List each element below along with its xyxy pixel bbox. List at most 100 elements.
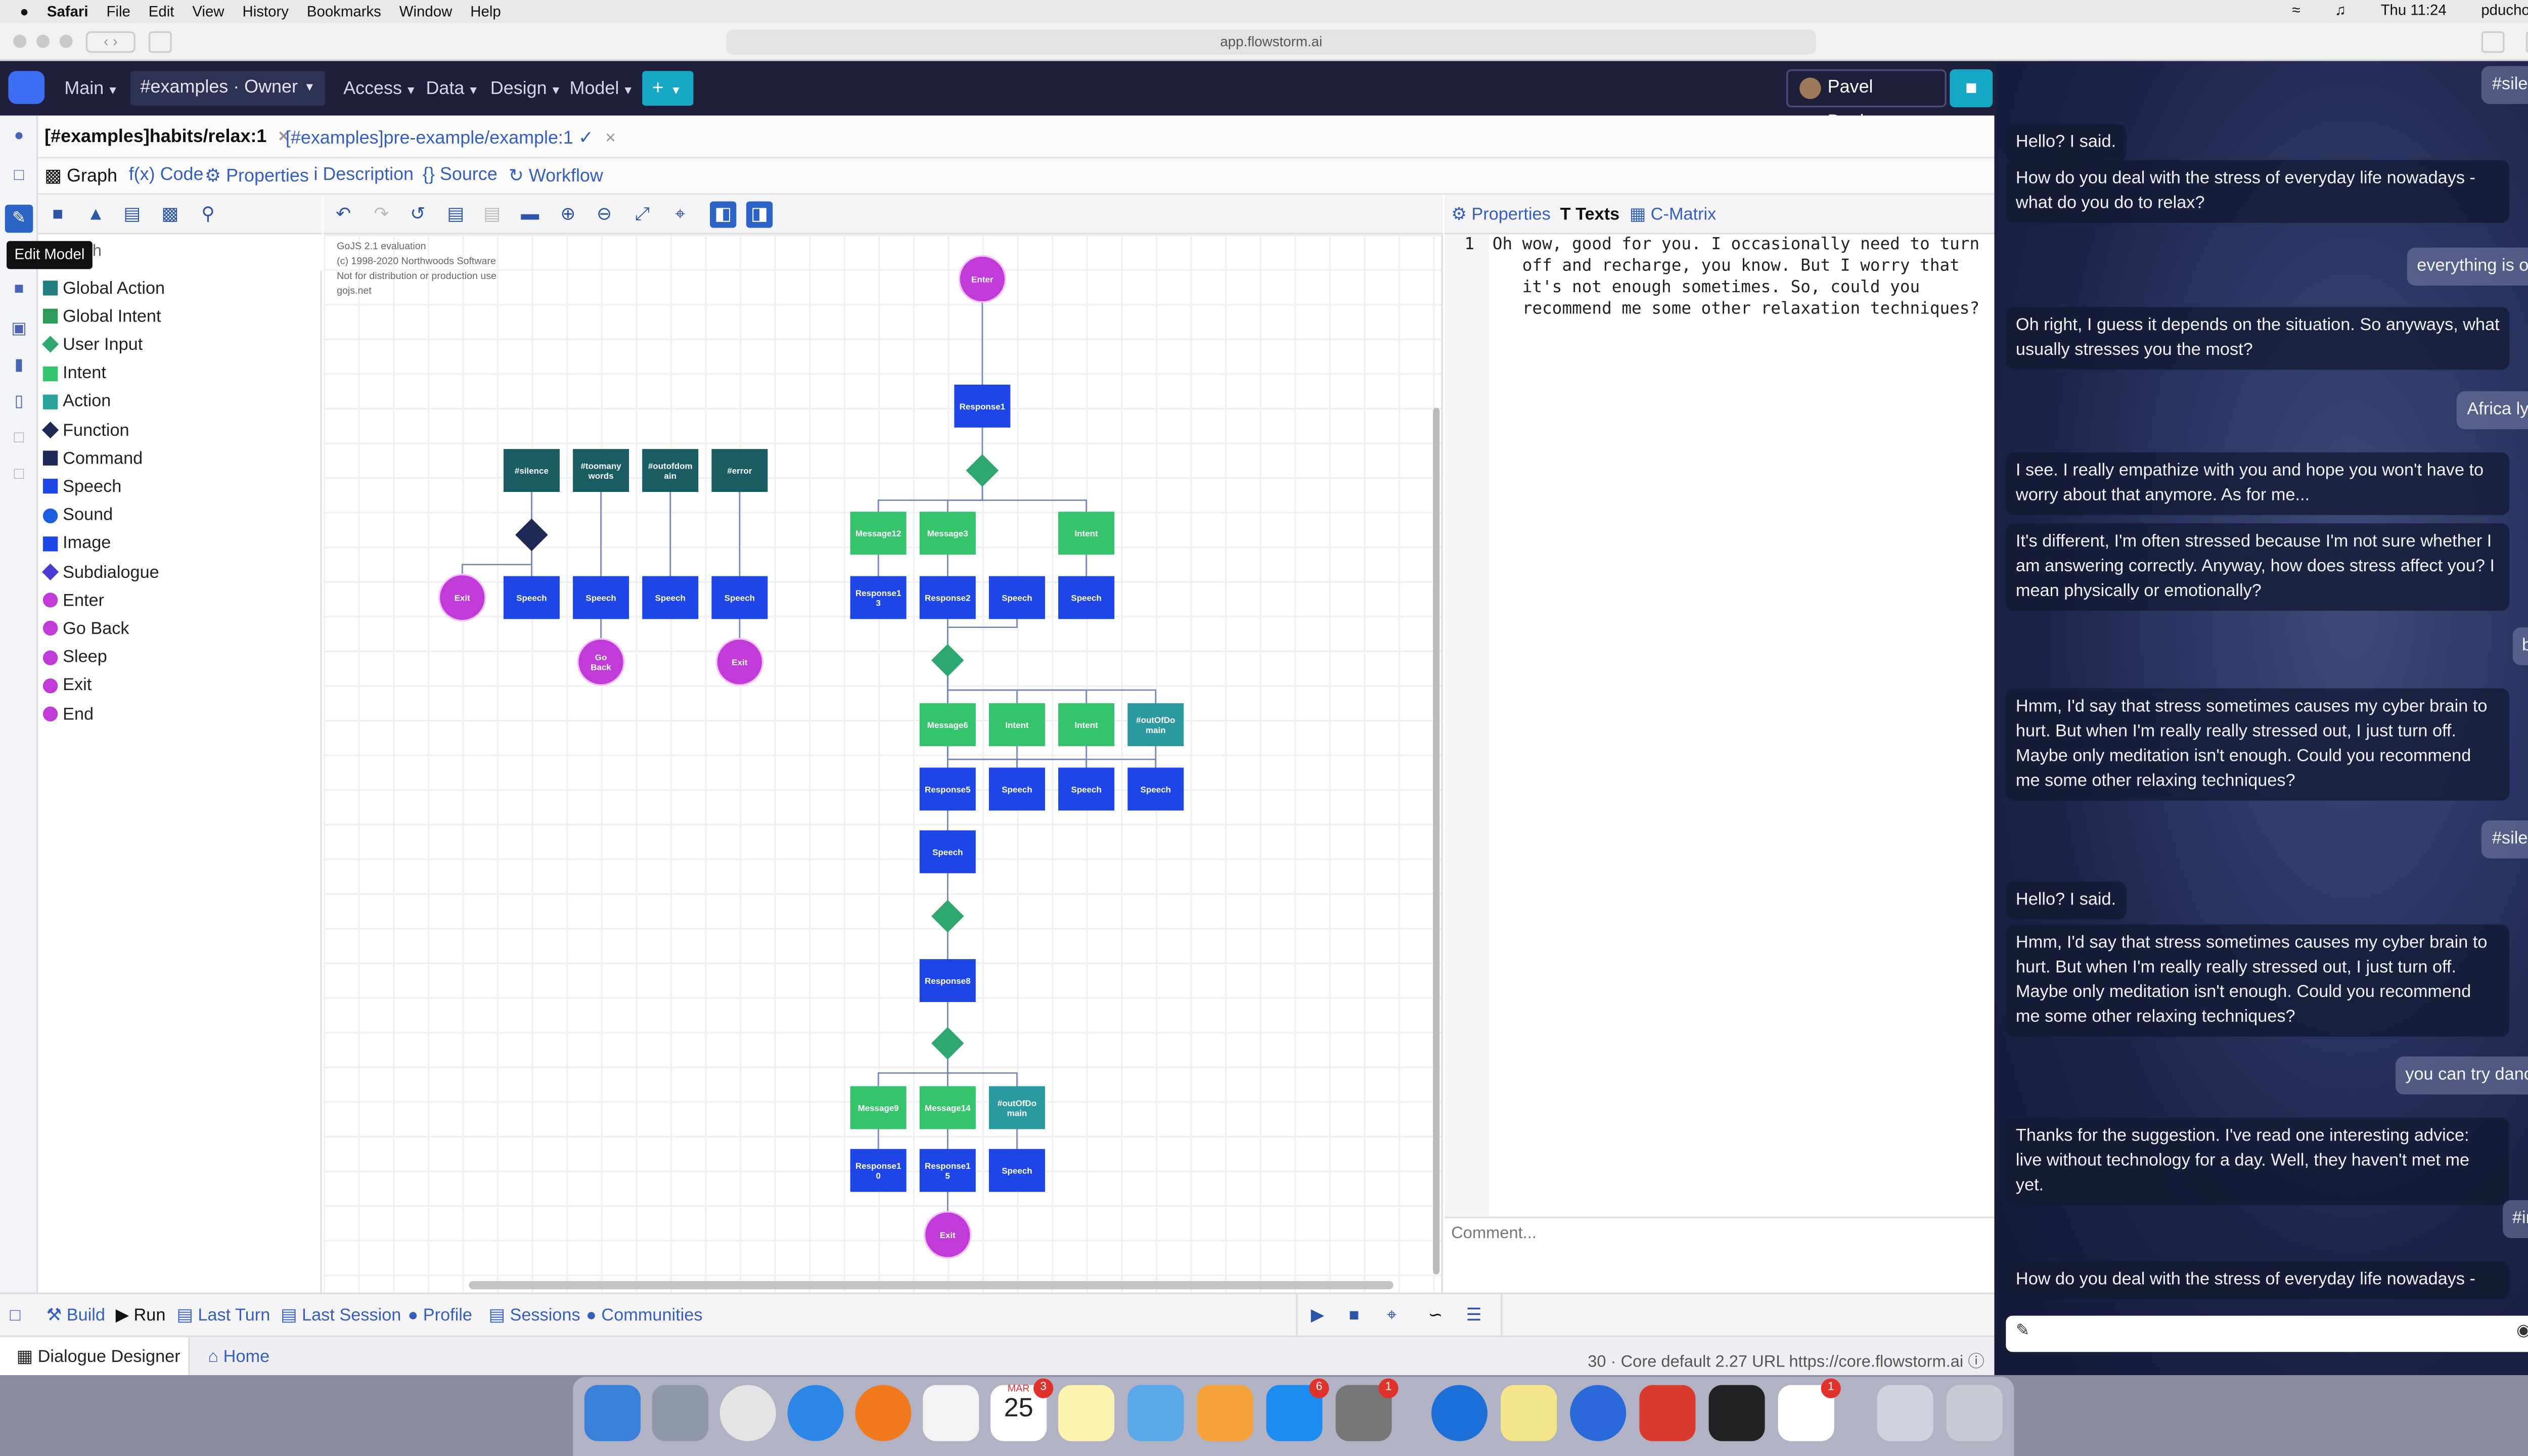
menu-icon[interactable]: ☰ xyxy=(1466,1306,1482,1326)
photos-icon[interactable] xyxy=(923,1385,979,1441)
copy-icon[interactable]: □ xyxy=(10,429,28,447)
tab-properties[interactable]: ⚙ Properties xyxy=(205,165,309,187)
graph-node-speech[interactable]: Response8 xyxy=(919,959,976,1003)
graph-node-intent[interactable]: Intent xyxy=(988,703,1045,746)
zoom-out-icon[interactable]: ⊖ xyxy=(591,201,617,228)
palette-item-enter[interactable]: Enter xyxy=(42,588,104,613)
dialogue-graph-canvas[interactable]: GoJS 2.1 evaluation (c) 1998-2020 Northwo… xyxy=(323,234,1443,1293)
palette-item-global-intent[interactable]: Global Intent xyxy=(42,304,161,329)
nav-main[interactable]: Main ▼ xyxy=(64,79,118,99)
minimize-window-button[interactable] xyxy=(36,34,50,48)
horizontal-scrollbar[interactable] xyxy=(469,1281,1393,1290)
apple-menu-icon[interactable]: ● xyxy=(20,4,29,20)
save-icon[interactable]: ■ xyxy=(10,281,28,299)
menu-bookmarks[interactable]: Bookmarks xyxy=(307,4,381,20)
graph-node-speech[interactable]: Response1 xyxy=(954,384,1011,428)
zoom-in-icon[interactable]: ⊕ xyxy=(555,201,581,228)
flowstorm-logo[interactable] xyxy=(8,71,45,104)
menu-window[interactable]: Window xyxy=(399,4,453,20)
toggle-right-panel-icon[interactable]: ◨ xyxy=(746,201,773,228)
stop-icon[interactable]: ■ xyxy=(44,201,71,228)
copy-icon[interactable]: ▤ xyxy=(442,201,469,228)
graph-node-speech[interactable]: Response13 xyxy=(850,576,907,619)
graph-node-speech[interactable]: Speech xyxy=(988,576,1045,619)
chrome-icon[interactable] xyxy=(719,1385,776,1441)
palette-item-sleep[interactable]: Sleep xyxy=(42,645,107,669)
tab-node-properties[interactable]: ⚙ Properties xyxy=(1451,205,1551,224)
graph-node-intent[interactable]: Message9 xyxy=(850,1086,907,1129)
user-menu-button[interactable]: Pavel Ducho▼ xyxy=(1786,69,1947,132)
graph-node-global[interactable]: #error xyxy=(711,449,768,492)
group-icon[interactable]: ▲ xyxy=(82,201,109,228)
palette-item-user-input[interactable]: User Input xyxy=(41,333,143,357)
tab-last-turn[interactable]: ▤ Last Turn xyxy=(176,1306,270,1326)
tab-profile[interactable]: ● Profile xyxy=(408,1306,472,1326)
palette-item-function[interactable]: Function xyxy=(41,418,129,442)
tab-workflow[interactable]: ↻ Workflow xyxy=(509,165,603,187)
user-menu[interactable]: pducho xyxy=(2481,2,2528,20)
system-preferences-icon[interactable]: 1 xyxy=(1335,1378,1398,1441)
tab-graph[interactable]: ▩ Graph xyxy=(44,165,117,187)
file-tab-relax[interactable]: [#examples]habits/relax:1 × xyxy=(44,127,289,147)
nav-model[interactable]: Model ▼ xyxy=(570,79,634,99)
pages-icon[interactable] xyxy=(1197,1385,1253,1441)
layout-icon[interactable]: ▤ xyxy=(119,201,145,228)
menu-file[interactable]: File xyxy=(106,4,130,20)
add-button[interactable]: + ▼ xyxy=(642,71,694,106)
lightbulb-icon[interactable]: ● xyxy=(10,127,28,145)
firefox-icon[interactable] xyxy=(855,1385,912,1441)
keynote-icon[interactable] xyxy=(1127,1385,1184,1441)
close-tab-icon[interactable]: × xyxy=(605,129,616,149)
graph-node-speech[interactable]: Response10 xyxy=(850,1149,907,1192)
target-icon[interactable]: ⌖ xyxy=(1387,1306,1396,1327)
menu-app-safari[interactable]: Safari xyxy=(47,4,88,20)
toggle-left-panel-icon[interactable]: ◧ xyxy=(710,201,737,228)
notes-icon[interactable] xyxy=(1058,1385,1115,1441)
redo-icon[interactable]: ↷ xyxy=(368,201,394,228)
graph-node-function[interactable] xyxy=(515,518,548,552)
graph-node-intent[interactable]: Intent xyxy=(1058,703,1115,746)
nav-data[interactable]: Data ▼ xyxy=(426,79,479,99)
menu-view[interactable]: View xyxy=(192,4,224,20)
graph-node-speech[interactable]: Speech xyxy=(573,576,629,619)
workspace-select[interactable]: #examples · Owner ▼ xyxy=(130,71,326,106)
graph-node-action[interactable]: #outOfDomain xyxy=(1127,703,1184,746)
expand-icon[interactable]: □ xyxy=(10,167,28,185)
palette-search-input[interactable]: h xyxy=(93,243,102,261)
stickies-icon[interactable] xyxy=(1501,1385,1557,1441)
app-store-icon[interactable]: 6 xyxy=(1266,1378,1329,1441)
edit-model-button[interactable]: ✎ xyxy=(5,204,33,233)
document-icon[interactable]: ▯ xyxy=(10,393,28,411)
parallels-icon[interactable] xyxy=(1639,1385,1696,1441)
wifi-icon[interactable]: ≈ xyxy=(2292,2,2300,20)
trash-icon[interactable] xyxy=(1946,1385,2003,1441)
graph-node-speech[interactable]: Speech xyxy=(711,576,768,619)
palette-item-go-back[interactable]: Go Back xyxy=(42,616,129,641)
tab-c-matrix[interactable]: ▦ C-Matrix xyxy=(1630,205,1716,224)
tab-communities[interactable]: ● Communities xyxy=(586,1306,702,1326)
navigator-icon[interactable] xyxy=(1570,1385,1627,1441)
palette-item-global-action[interactable]: Global Action xyxy=(42,276,165,300)
signal-icon[interactable]: ∽ xyxy=(1428,1306,1442,1326)
graph-node-speech[interactable]: Speech xyxy=(919,830,976,874)
response-text[interactable]: Oh wow, good for you. I occasionally nee… xyxy=(1493,235,1988,321)
share-icon[interactable] xyxy=(2481,31,2505,53)
tab-build[interactable]: ⚒ Build xyxy=(46,1306,105,1326)
comment-input[interactable]: Comment... xyxy=(1444,1216,1995,1293)
launchpad-icon[interactable] xyxy=(652,1385,708,1441)
palette-item-command[interactable]: Command xyxy=(42,446,143,471)
tree-icon[interactable]: ▩ xyxy=(157,201,183,228)
folder-icon[interactable]: ▮ xyxy=(10,356,28,375)
text-editor[interactable]: 1 Oh wow, good for you. I occasionally n… xyxy=(1444,234,1994,1218)
palette-item-end[interactable]: End xyxy=(42,702,94,726)
delete-icon[interactable]: ▬ xyxy=(517,201,543,228)
graph-node-enter[interactable]: GoBack xyxy=(577,638,625,686)
microphone-icon[interactable]: ◉ xyxy=(2516,1323,2528,1341)
export-icon[interactable]: □ xyxy=(10,466,28,484)
clock[interactable]: Thu 11:24 xyxy=(2381,2,2447,20)
palette-item-sound[interactable]: Sound xyxy=(42,503,113,528)
teamviewer-icon[interactable] xyxy=(1431,1385,1488,1441)
graph-node-intent[interactable]: Message14 xyxy=(919,1086,976,1129)
palette-item-speech[interactable]: Speech xyxy=(42,474,122,499)
documents-folder-icon[interactable] xyxy=(1877,1385,1933,1441)
